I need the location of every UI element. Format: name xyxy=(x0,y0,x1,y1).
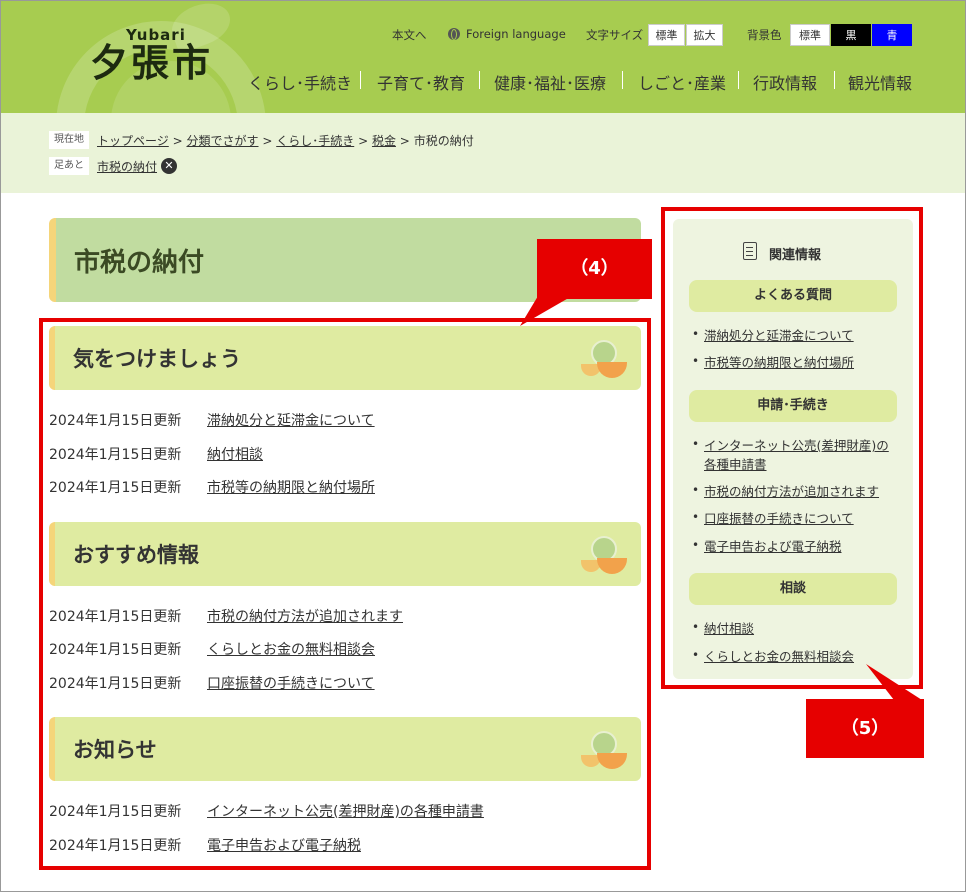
breadcrumb-current: 市税の納付 xyxy=(413,134,474,148)
font-size-standard-button[interactable]: 標準 xyxy=(648,24,685,46)
nav-separator xyxy=(738,71,739,89)
footprint-tag: 足あと xyxy=(49,157,89,175)
nav-separator xyxy=(360,71,361,89)
nav-administration[interactable]: 行政情報 xyxy=(753,70,817,94)
annotation-label-4: （4） xyxy=(537,239,652,299)
font-size-label: 文字サイズ xyxy=(586,28,644,42)
annotation-pointer-5 xyxy=(866,664,922,700)
font-size-large-button[interactable]: 拡大 xyxy=(686,24,723,46)
nav-health[interactable]: 健康･福祉･医療 xyxy=(494,70,606,94)
nav-separator xyxy=(622,71,623,89)
footprint-link[interactable]: 市税の納付 xyxy=(97,158,157,175)
nav-childcare[interactable]: 子育て･教育 xyxy=(377,70,465,94)
annotation-label-5: （5） xyxy=(806,699,924,758)
bg-standard-button[interactable]: 標準 xyxy=(790,24,830,46)
bg-black-button[interactable]: 黒 xyxy=(831,24,871,46)
page-title: 市税の納付 xyxy=(74,248,205,278)
breadcrumb-separator: > xyxy=(262,134,273,148)
foreign-language-label: Foreign language xyxy=(466,27,566,41)
breadcrumb-tax[interactable]: 税金 xyxy=(372,134,396,148)
breadcrumb-category[interactable]: 分類でさがす xyxy=(186,134,258,148)
globe-icon xyxy=(448,28,460,40)
breadcrumb-living[interactable]: くらし･手続き xyxy=(276,134,354,148)
annotation-pointer-4 xyxy=(520,296,572,326)
current-location-tag: 現在地 xyxy=(49,131,89,149)
foreign-language-link[interactable]: Foreign language xyxy=(448,27,566,41)
breadcrumb: トップページ > 分類でさがす > くらし･手続き > 税金 > 市税の納付 xyxy=(97,132,474,149)
annotation-box-5 xyxy=(661,207,923,689)
bg-blue-button[interactable]: 青 xyxy=(872,24,912,46)
close-icon[interactable]: ✕ xyxy=(161,158,177,174)
site-logo[interactable]: 夕張市 xyxy=(90,44,213,82)
breadcrumb-separator: > xyxy=(172,134,183,148)
breadcrumb-separator: > xyxy=(358,134,369,148)
annotation-box-4 xyxy=(39,318,651,870)
skip-to-content-link[interactable]: 本文へ xyxy=(392,27,427,43)
nav-separator xyxy=(479,71,480,89)
background-color-label: 背景色 xyxy=(747,28,782,42)
breadcrumb-area xyxy=(1,113,965,193)
breadcrumb-top[interactable]: トップページ xyxy=(97,134,169,148)
nav-living[interactable]: くらし･手続き xyxy=(248,70,352,94)
nav-separator xyxy=(834,71,835,89)
nav-work[interactable]: しごと･産業 xyxy=(638,70,726,94)
breadcrumb-separator: > xyxy=(399,134,410,148)
nav-tourism[interactable]: 観光情報 xyxy=(848,70,912,94)
